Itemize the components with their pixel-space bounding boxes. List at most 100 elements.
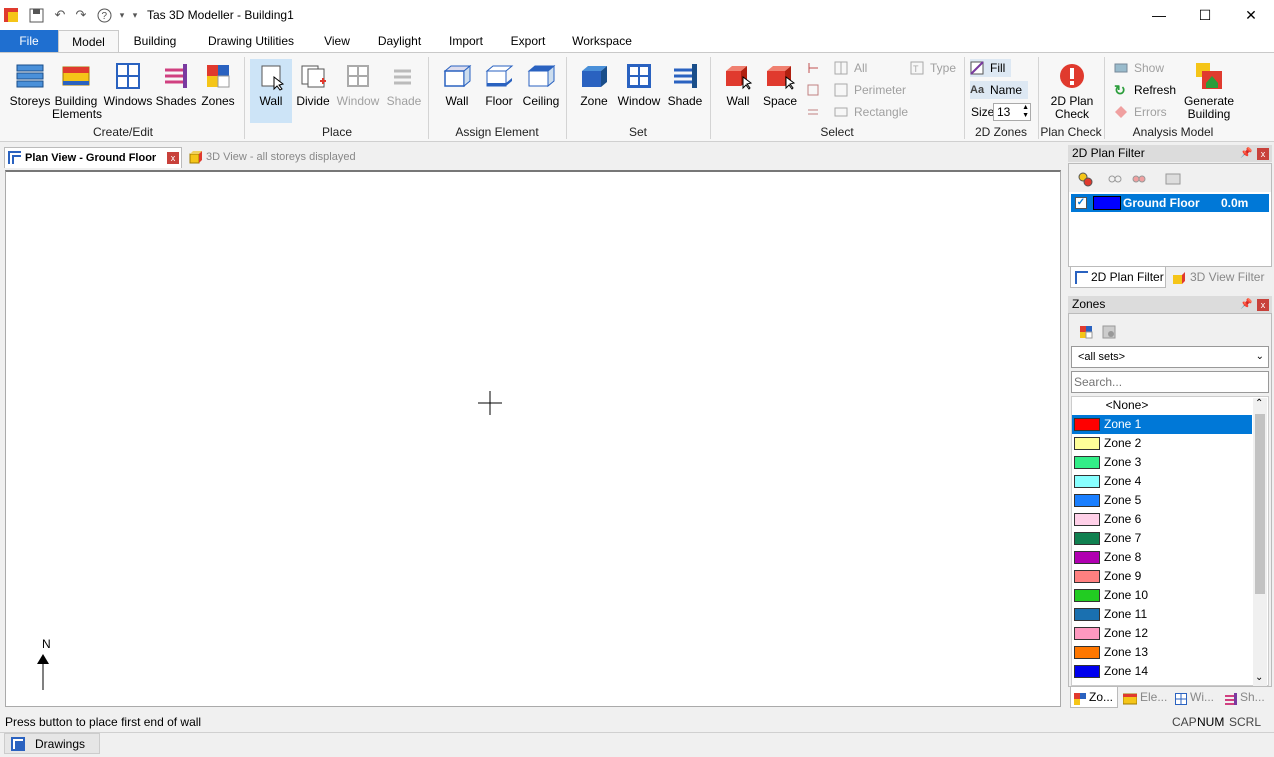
storey-row-ground-floor[interactable]: ✓ Ground Floor 0.0m [1071,194,1269,212]
assign-wall-button[interactable]: Wall [436,59,478,108]
redo-icon[interactable]: ↷ [73,7,89,23]
assign-floor-button[interactable]: Floor [480,59,518,108]
zone-list-item[interactable]: Zone 13 [1072,643,1252,662]
size-stepper[interactable]: 13 ▲ ▼ [993,103,1031,121]
tab-import[interactable]: Import [442,30,490,52]
zone-list-item[interactable]: Zone 11 [1072,605,1252,624]
tab-model[interactable]: Model [58,30,119,53]
minimize-button[interactable]: — [1136,0,1182,30]
close-panel-icon[interactable]: x [1257,299,1269,311]
errors-button[interactable]: Errors [1114,103,1167,121]
select-perimeter-button[interactable]: Perimeter [834,81,906,99]
save-icon[interactable] [28,7,44,23]
zone-list-item[interactable]: Zone 6 [1072,510,1252,529]
storeys-button[interactable]: Storeys [8,59,52,108]
maximize-button[interactable]: ☐ [1182,0,1228,30]
zone-name: Zone 2 [1104,436,1142,450]
tab-daylight[interactable]: Daylight [372,30,427,52]
place-window-icon [343,61,373,91]
select-type-button[interactable]: T Type [910,59,956,77]
select-option-icon[interactable] [806,83,820,97]
tab-3d-view-filter[interactable]: 3D View Filter [1168,267,1268,288]
tab-elements-panel[interactable]: Ele... [1120,687,1170,708]
windows-button[interactable]: Windows [102,59,154,108]
tab-plan-view[interactable]: Plan View - Ground Floor x [4,147,182,168]
stepper-arrows-icon[interactable]: ▲ ▼ [1022,104,1029,120]
building-elements-button[interactable]: Building Elements [52,59,103,121]
close-panel-icon[interactable]: x [1257,148,1269,160]
zone-color-swatch [1074,418,1100,431]
drawings-tab[interactable]: Drawings [4,733,100,754]
divide-button[interactable]: Divide [294,59,332,108]
place-window-button[interactable]: Window [334,59,382,108]
zone-list-item[interactable]: Zone 2 [1072,434,1252,453]
zone-list-item[interactable]: Zone 12 [1072,624,1252,643]
zone-list-item[interactable]: Zone 4 [1072,472,1252,491]
filter-properties-icon[interactable] [1165,171,1181,187]
plan-canvas[interactable]: N [5,170,1061,707]
zone-list-item[interactable]: Zone 8 [1072,548,1252,567]
zone-set-select[interactable]: <all sets> ⌄ [1071,346,1269,368]
select-rectangle-button[interactable]: Rectangle [834,103,908,121]
filter-hide-icon[interactable] [1131,171,1147,187]
set-shade-button[interactable]: Shade [664,59,706,108]
select-option-icon[interactable] [806,61,820,75]
zone-list-scrollbar[interactable]: ⌃ ⌄ [1253,398,1267,686]
generate-building-button[interactable]: Generate Building [1180,59,1238,121]
zone-list-item[interactable]: Zone 7 [1072,529,1252,548]
name-toggle[interactable]: Aa Name [970,81,1029,99]
zone-properties-icon[interactable] [1101,324,1117,340]
scroll-thumb[interactable] [1255,414,1265,594]
assign-ceiling-button[interactable]: Ceiling [520,59,562,108]
filter-show-icon[interactable] [1107,171,1123,187]
zones-button[interactable]: Zones [198,59,238,108]
customize-quick-access-icon[interactable]: ▾ [127,7,143,23]
refresh-button[interactable]: ↻ Refresh [1114,81,1176,99]
new-zone-icon[interactable] [1078,324,1094,340]
tab-zones-panel[interactable]: Zo... [1070,687,1118,708]
zone-list-item[interactable]: Zone 1 [1072,415,1252,434]
filter-storeys-icon[interactable] [1077,171,1093,187]
pin-icon[interactable]: 📌 [1240,148,1252,159]
set-window-button[interactable]: Window [616,59,662,108]
place-shade-button[interactable]: Shade [384,59,424,108]
tab-export[interactable]: Export [504,30,552,52]
tab-file[interactable]: File [0,30,58,52]
select-all-button[interactable]: All [834,59,867,77]
building-elements-label-2: Elements [52,107,103,121]
zone-list-item[interactable]: Zone 3 [1072,453,1252,472]
undo-icon[interactable]: ↶ [52,7,68,23]
zone-list-item[interactable]: Zone 14 [1072,662,1252,681]
tab-3d-view[interactable]: 3D View - all storeys displayed [186,147,370,168]
select-wall-button[interactable]: Wall [718,59,758,108]
fill-toggle[interactable]: Fill [970,59,1012,77]
tab-view[interactable]: View [316,30,358,52]
zone-name: Zone 10 [1104,588,1149,602]
tab-windows-panel[interactable]: Wi... [1172,687,1220,708]
zone-list-item[interactable]: Zone 10 [1072,586,1252,605]
tab-shades-panel[interactable]: Sh... [1222,687,1270,708]
zone-list-item[interactable]: Zone 9 [1072,567,1252,586]
zone-list-item[interactable]: Zone 5 [1072,491,1252,510]
pin-icon[interactable]: 📌 [1240,299,1252,310]
place-wall-button[interactable]: Wall [250,59,292,123]
show-button[interactable]: Show [1114,59,1164,77]
select-option-icon[interactable] [806,105,820,119]
tab-drawing-utilities[interactable]: Drawing Utilities [198,30,304,52]
close-button[interactable]: ✕ [1228,0,1274,30]
2d-plan-check-button[interactable]: 2D Plan Check [1044,59,1100,121]
shades-button[interactable]: Shades [155,59,197,108]
tab-workspace[interactable]: Workspace [566,30,638,52]
tab-2d-plan-filter[interactable]: 2D Plan Filter [1070,267,1166,288]
scroll-up-icon[interactable]: ⌃ [1255,398,1263,409]
help-icon[interactable]: ? [96,7,112,23]
zone-search-input[interactable] [1071,371,1269,393]
close-tab-icon[interactable]: x [167,152,179,164]
divide-icon [298,61,328,91]
tab-building[interactable]: Building [124,30,186,52]
zone-none-item[interactable]: <None> [1072,396,1182,415]
storey-visible-checkbox[interactable]: ✓ [1075,197,1087,209]
set-zone-button[interactable]: Zone [574,59,614,108]
select-space-button[interactable]: Space [760,59,800,108]
scroll-down-icon[interactable]: ⌄ [1255,672,1263,683]
